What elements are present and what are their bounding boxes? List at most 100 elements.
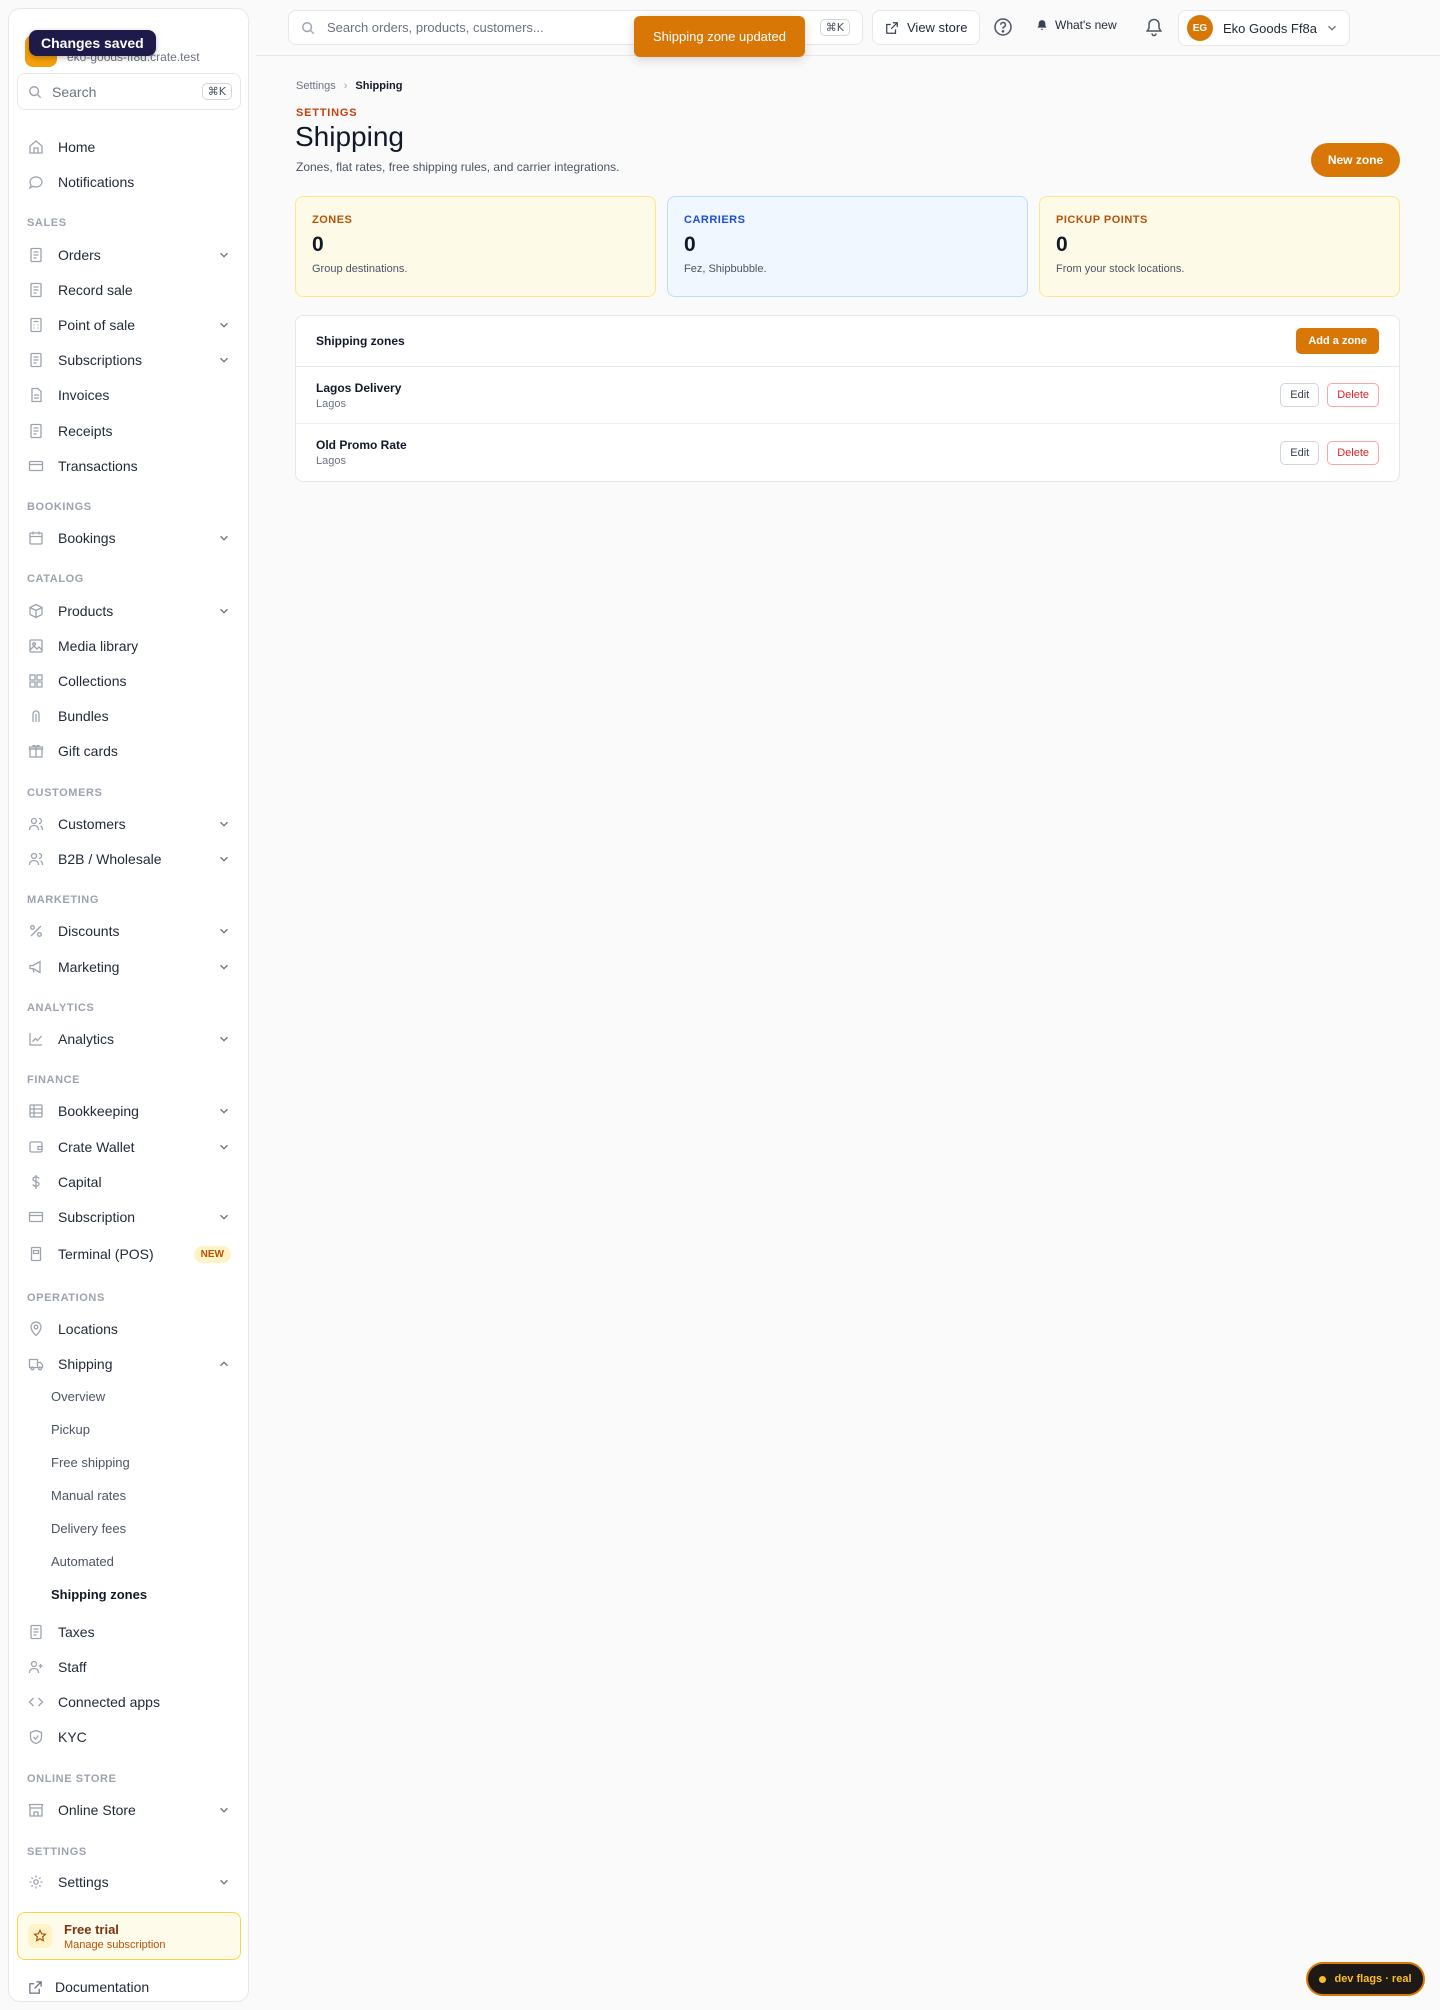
sidebar-item-label: KYC (58, 1729, 87, 1745)
notifications-bell-icon[interactable] (1144, 17, 1164, 37)
external-link-icon (29, 1980, 42, 1994)
sidebar-item-media-library[interactable]: Media library (17, 631, 241, 661)
sidebar-item-invoices[interactable]: Invoices (17, 380, 241, 410)
home-icon (29, 140, 43, 154)
sidebar-item-label: Terminal (POS) (58, 1246, 154, 1262)
sidebar-item-bookings[interactable]: Bookings (17, 523, 241, 553)
delete-zone-button[interactable]: Delete (1327, 383, 1379, 407)
sidebar-item-b2b-wholesale[interactable]: B2B / Wholesale (17, 844, 241, 874)
sidebar-item-kyc[interactable]: KYC (17, 1722, 241, 1752)
stat-description: Group destinations. (312, 263, 408, 275)
sidebar-item-subscriptions[interactable]: Subscriptions (17, 345, 241, 375)
chevron-down-icon (220, 964, 228, 970)
nav-section-online-store: ONLINE STORE (27, 1773, 117, 1785)
account-switcher[interactable]: EG Eko Goods Ff8a (1178, 10, 1350, 46)
delete-zone-button[interactable]: Delete (1327, 440, 1379, 465)
sidebar-subitem-shipping-zones[interactable]: Shipping zones (51, 1587, 147, 1602)
sidebar-item-analytics[interactable]: Analytics (17, 1024, 241, 1054)
documentation-link[interactable]: Documentation (28, 1979, 149, 1995)
sidebar-item-label: Locations (58, 1321, 118, 1337)
sidebar-item-bundles[interactable]: Bundles (17, 701, 241, 731)
wallet-icon (29, 1141, 43, 1153)
edit-zone-button[interactable]: Edit (1280, 383, 1320, 407)
sidebar-subitem-automated[interactable]: Automated (51, 1554, 114, 1569)
percent-icon (30, 925, 42, 937)
sidebar-item-receipts[interactable]: Receipts (17, 416, 241, 446)
sidebar-item-staff[interactable]: Staff (17, 1652, 241, 1682)
dev-flags-pill[interactable]: dev flags · real (1306, 1962, 1425, 1996)
sidebar-item-marketing[interactable]: Marketing (17, 952, 241, 982)
documentation-label: Documentation (55, 1979, 150, 1995)
sidebar: eko-goods-ff8d.crate.test Changes saved … (8, 8, 249, 2002)
sidebar-item-label: Home (58, 139, 96, 155)
sidebar-item-locations[interactable]: Locations (17, 1314, 241, 1344)
sidebar-subitem-delivery-fees[interactable]: Delivery fees (51, 1521, 126, 1536)
sidebar-item-label: Bundles (58, 708, 109, 724)
sidebar-subitem-manual-rates[interactable]: Manual rates (51, 1488, 126, 1503)
chevron-down-icon (220, 1144, 228, 1150)
sidebar-item-transactions[interactable]: Transactions (17, 451, 241, 481)
sidebar-item-notifications[interactable]: Notifications (17, 167, 241, 197)
sidebar-item-discounts[interactable]: Discounts (17, 916, 241, 946)
receipt-icon (30, 247, 42, 263)
grid-icon (29, 674, 43, 688)
chevron-down-icon (220, 856, 228, 862)
sidebar-item-collections[interactable]: Collections (17, 666, 241, 696)
users-icon (28, 817, 44, 831)
sidebar-item-label: Discounts (58, 923, 120, 939)
calculator-icon (30, 317, 42, 333)
sidebar-item-label: Point of sale (58, 317, 136, 333)
stat-label: CARRIERS (684, 214, 746, 226)
sidebar-item-connected-apps[interactable]: Connected apps (17, 1687, 241, 1717)
manage-subscription-link[interactable]: Manage subscription (64, 1939, 166, 1951)
sidebar-item-capital[interactable]: Capital (17, 1167, 241, 1197)
ledger-icon (29, 1104, 43, 1118)
sidebar-subitem-overview[interactable]: Overview (51, 1389, 105, 1404)
sidebar-item-crate-wallet[interactable]: Crate Wallet (17, 1132, 241, 1162)
help-icon[interactable] (993, 17, 1013, 37)
sidebar-item-record-sale[interactable]: Record sale (17, 275, 241, 305)
shipping-zones-header: Shipping zones Add a zone (296, 316, 1399, 367)
zone-name: Lagos Delivery (316, 380, 402, 395)
sidebar-item-terminal[interactable]: Terminal (POS) NEW (17, 1239, 241, 1269)
view-store-button[interactable]: View store (872, 10, 981, 45)
code-icon (28, 1697, 44, 1707)
whats-new-button[interactable]: What's new (1036, 18, 1117, 32)
sidebar-item-label: Notifications (58, 174, 135, 190)
edit-zone-button[interactable]: Edit (1280, 440, 1320, 465)
stat-label: ZONES (312, 214, 353, 226)
breadcrumb-current: Shipping (355, 80, 403, 92)
stat-card-zones: ZONES 0 Group destinations. (295, 196, 656, 297)
new-zone-button[interactable]: New zone (1311, 143, 1400, 177)
sidebar-item-home[interactable]: Home (17, 132, 241, 162)
sidebar-item-taxes[interactable]: Taxes (17, 1617, 241, 1647)
map-pin-icon (30, 1321, 42, 1337)
sidebar-item-orders[interactable]: Orders (17, 240, 241, 270)
sidebar-item-gift-cards[interactable]: Gift cards (17, 736, 241, 766)
breadcrumb-settings-link[interactable]: Settings (296, 80, 336, 92)
chevron-up-icon (220, 1361, 228, 1367)
sidebar-item-subscription[interactable]: Subscription (17, 1202, 241, 1232)
stat-value: 0 (312, 233, 324, 256)
zone-location: Lagos (316, 397, 346, 410)
add-zone-button[interactable]: Add a zone (1296, 328, 1379, 354)
sidebar-item-shipping[interactable]: Shipping (17, 1349, 241, 1379)
stat-card-carriers: CARRIERS 0 Fez, Shipbubble. (667, 196, 1028, 297)
receipt-icon (30, 423, 42, 439)
sidebar-item-label: Transactions (58, 458, 138, 474)
sidebar-subitem-pickup[interactable]: Pickup (51, 1422, 90, 1437)
sidebar-item-label: Products (58, 603, 114, 619)
sidebar-item-bookkeeping[interactable]: Bookkeeping (17, 1096, 241, 1126)
sidebar-item-settings[interactable]: Settings (17, 1867, 241, 1897)
sidebar-subitem-free-shipping[interactable]: Free shipping (51, 1455, 130, 1470)
sidebar-item-point-of-sale[interactable]: Point of sale (17, 310, 241, 340)
sidebar-item-online-store[interactable]: Online Store (17, 1795, 241, 1825)
sidebar-item-products[interactable]: Products (17, 596, 241, 626)
status-dot (1319, 1975, 1327, 1983)
sidebar-item-customers[interactable]: Customers (17, 809, 241, 839)
calendar-icon (29, 531, 43, 545)
sidebar-search[interactable]: Search ⌘K (17, 73, 241, 110)
free-trial-card[interactable]: Free trial Manage subscription (17, 1912, 241, 1960)
topbar: Search orders, products, customers... ⌘K… (256, 0, 1440, 56)
sidebar-item-label: Record sale (58, 282, 133, 298)
